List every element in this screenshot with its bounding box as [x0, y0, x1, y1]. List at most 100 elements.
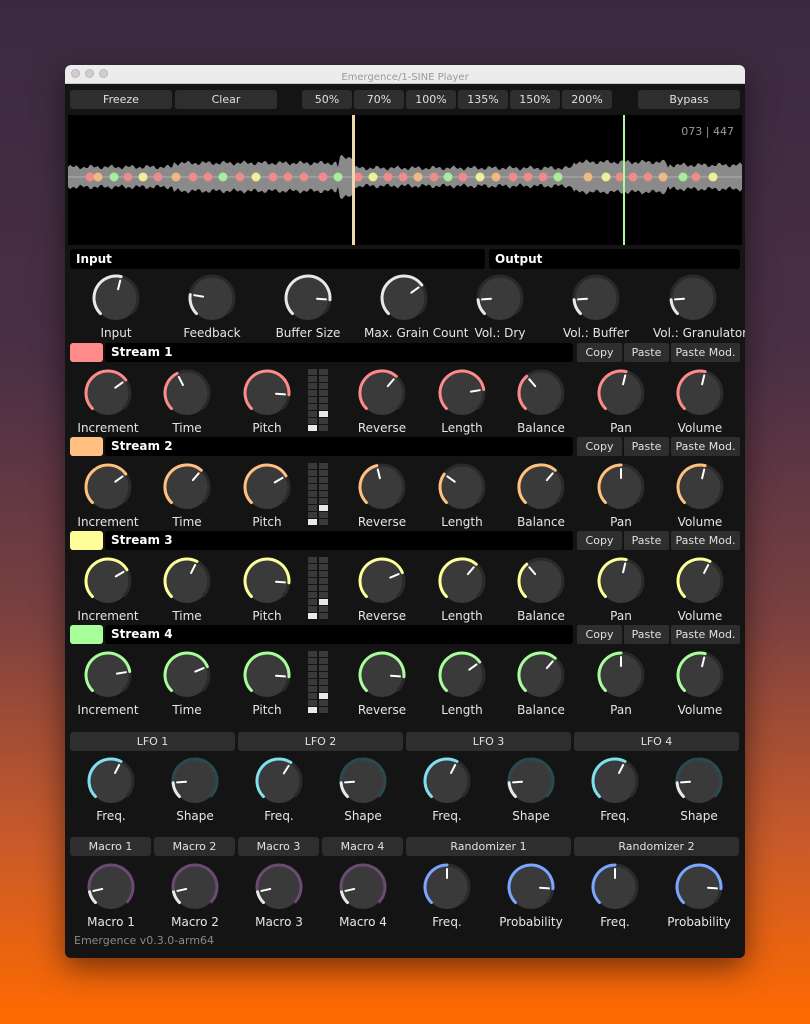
randomizer-2-probability-knob[interactable]: Probability — [659, 861, 739, 929]
stream-3-knob-time[interactable]: Time — [147, 555, 227, 623]
knob-graphic — [675, 863, 723, 909]
randomizer-1-probability-knob[interactable]: Probability — [491, 861, 571, 929]
lfo-3-header[interactable]: LFO 3 — [406, 732, 571, 751]
stream-3-knob-pitch[interactable]: Pitch — [227, 555, 307, 623]
stream-3-paste-mod-button[interactable]: Paste Mod. — [671, 531, 740, 550]
stream-4-color-swatch[interactable] — [70, 625, 103, 644]
clear-button[interactable]: Clear — [175, 90, 277, 109]
stream-3-knob-reverse[interactable]: Reverse — [342, 555, 422, 623]
stream-1-knob-reverse[interactable]: Reverse — [342, 367, 422, 435]
knob-graphic — [163, 463, 211, 509]
stream-3-knob-pan[interactable]: Pan — [581, 555, 661, 623]
lfo-4-header[interactable]: LFO 4 — [574, 732, 739, 751]
randomizer-2-freq-knob[interactable]: Freq. — [575, 861, 655, 929]
stream-3-paste-button[interactable]: Paste — [624, 531, 669, 550]
stream-2-knob-time[interactable]: Time — [147, 461, 227, 529]
stream-1-knob-length[interactable]: Length — [422, 367, 502, 435]
macro-1-knob[interactable]: Macro 1 — [71, 861, 151, 929]
stream-4-knob-volume[interactable]: Volume — [660, 649, 740, 717]
lfo-2-shape-knob[interactable]: Shape — [323, 755, 403, 823]
knob-graphic — [87, 757, 135, 803]
lfo-4-shape-knob[interactable]: Shape — [659, 755, 739, 823]
lfo-2-freq-knob[interactable]: Freq. — [239, 755, 319, 823]
stream-1-knob-volume[interactable]: Volume — [660, 367, 740, 435]
macro-4-knob[interactable]: Macro 4 — [323, 861, 403, 929]
stream-2-knob-pitch[interactable]: Pitch — [227, 461, 307, 529]
macro-3-header[interactable]: Macro 3 — [238, 837, 319, 856]
stream-4-paste-mod-button[interactable]: Paste Mod. — [671, 625, 740, 644]
stream-2-paste-button[interactable]: Paste — [624, 437, 669, 456]
stream-1-knob-pitch[interactable]: Pitch — [227, 367, 307, 435]
stream-4-knob-reverse[interactable]: Reverse — [342, 649, 422, 717]
close-window-button[interactable] — [71, 69, 80, 78]
stream-1-color-swatch[interactable] — [70, 343, 103, 362]
stream-2-knob-increment[interactable]: Increment — [68, 461, 148, 529]
speed-135-button[interactable]: 135% — [458, 90, 508, 109]
speed-200-button[interactable]: 200% — [562, 90, 612, 109]
waveform-display[interactable]: 073 | 447 — [68, 115, 742, 245]
stream-2-knob-length[interactable]: Length — [422, 461, 502, 529]
knob-label: Macro 4 — [339, 915, 387, 929]
stream-2-knob-balance[interactable]: Balance — [501, 461, 581, 529]
lfo-3-freq-knob[interactable]: Freq. — [407, 755, 487, 823]
stream-4-knob-pan[interactable]: Pan — [581, 649, 661, 717]
lfo-2-header[interactable]: LFO 2 — [238, 732, 403, 751]
speed-50-button[interactable]: 50% — [302, 90, 352, 109]
stream-2-knob-reverse[interactable]: Reverse — [342, 461, 422, 529]
randomizer-1-header[interactable]: Randomizer 1 — [406, 837, 571, 856]
speed-150-button[interactable]: 150% — [510, 90, 560, 109]
stream-2-color-swatch[interactable] — [70, 437, 103, 456]
stream-2-knob-pan[interactable]: Pan — [581, 461, 661, 529]
stream-3-knob-increment[interactable]: Increment — [68, 555, 148, 623]
bypass-button[interactable]: Bypass — [638, 90, 740, 109]
knob-vol-dry[interactable]: Vol.: Dry — [460, 272, 540, 340]
stream-1-knob-increment[interactable]: Increment — [68, 367, 148, 435]
stream-4-knob-pitch[interactable]: Pitch — [227, 649, 307, 717]
stream-1-paste-mod-button[interactable]: Paste Mod. — [671, 343, 740, 362]
knob-buffer-size[interactable]: Buffer Size — [268, 272, 348, 340]
knob-max-grain-count[interactable]: Max. Grain Count — [364, 272, 468, 340]
stream-4-copy-button[interactable]: Copy — [577, 625, 622, 644]
stream-3-color-swatch[interactable] — [70, 531, 103, 550]
knob-vol-buffer[interactable]: Vol.: Buffer — [556, 272, 636, 340]
stream-2-copy-button[interactable]: Copy — [577, 437, 622, 456]
freeze-button[interactable]: Freeze — [70, 90, 172, 109]
lfo-1-header[interactable]: LFO 1 — [70, 732, 235, 751]
speed-70-button[interactable]: 70% — [354, 90, 404, 109]
stream-3-knob-balance[interactable]: Balance — [501, 555, 581, 623]
stream-4-knob-length[interactable]: Length — [422, 649, 502, 717]
zoom-window-button[interactable] — [99, 69, 108, 78]
lfo-1-shape-knob[interactable]: Shape — [155, 755, 235, 823]
macro-2-header[interactable]: Macro 2 — [154, 837, 235, 856]
stream-4-knob-increment[interactable]: Increment — [68, 649, 148, 717]
macro-2-knob[interactable]: Macro 2 — [155, 861, 235, 929]
speed-100-button[interactable]: 100% — [406, 90, 456, 109]
macro-1-header[interactable]: Macro 1 — [70, 837, 151, 856]
lfo-1-freq-knob[interactable]: Freq. — [71, 755, 151, 823]
stream-1-knob-balance[interactable]: Balance — [501, 367, 581, 435]
minimize-window-button[interactable] — [85, 69, 94, 78]
stream-4-paste-button[interactable]: Paste — [624, 625, 669, 644]
lfo-4-freq-knob[interactable]: Freq. — [575, 755, 655, 823]
randomizer-1-freq-knob[interactable]: Freq. — [407, 861, 487, 929]
knob-vol-granulator[interactable]: Vol.: Granulator — [653, 272, 745, 340]
stream-1-paste-button[interactable]: Paste — [624, 343, 669, 362]
macro-4-header[interactable]: Macro 4 — [322, 837, 403, 856]
stream-2-knob-volume[interactable]: Volume — [660, 461, 740, 529]
stream-4-knob-balance[interactable]: Balance — [501, 649, 581, 717]
stream-3-knob-volume[interactable]: Volume — [660, 555, 740, 623]
knob-label: Shape — [344, 809, 382, 823]
macro-3-knob[interactable]: Macro 3 — [239, 861, 319, 929]
stream-2-paste-mod-button[interactable]: Paste Mod. — [671, 437, 740, 456]
stream-3-knob-length[interactable]: Length — [422, 555, 502, 623]
knob-input[interactable]: Input — [76, 272, 156, 340]
stream-4-knob-time[interactable]: Time — [147, 649, 227, 717]
stream-1-knob-pan[interactable]: Pan — [581, 367, 661, 435]
stream-1-copy-button[interactable]: Copy — [577, 343, 622, 362]
knob-label: Length — [441, 421, 483, 435]
stream-3-copy-button[interactable]: Copy — [577, 531, 622, 550]
randomizer-2-header[interactable]: Randomizer 2 — [574, 837, 739, 856]
lfo-3-shape-knob[interactable]: Shape — [491, 755, 571, 823]
knob-feedback[interactable]: Feedback — [172, 272, 252, 340]
stream-1-knob-time[interactable]: Time — [147, 367, 227, 435]
